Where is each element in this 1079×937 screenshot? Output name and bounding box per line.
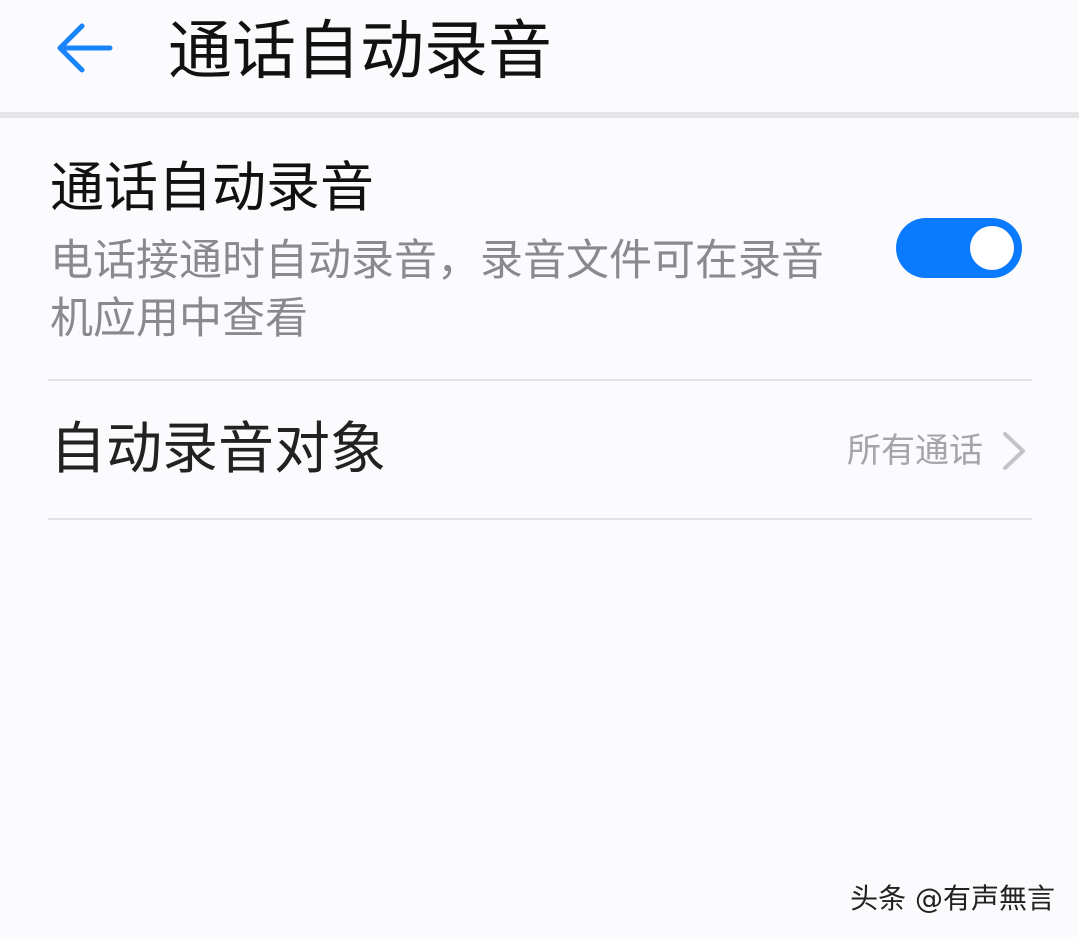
divider [48,518,1032,520]
header-divider [0,112,1079,118]
record-target-label: 自动录音对象 [50,417,386,482]
record-target-setting[interactable]: 自动录音对象 所有通话 [0,381,1079,518]
toggle-knob [970,226,1014,270]
watermark: 头条 @有声無言 [850,882,1055,915]
chevron-right-icon [1003,432,1025,470]
auto-record-description: 电话接通时自动录音，录音文件可在录音机应用中查看 [50,236,824,344]
record-target-value: 所有通话 [847,431,983,471]
arrow-left-icon [57,23,113,73]
auto-record-title: 通话自动录音 [50,156,374,219]
auto-record-setting: 通话自动录音 电话接通时自动录音，录音文件可在录音机应用中查看 [0,140,1079,380]
app-header: 通话自动录音 [0,0,1079,112]
back-button[interactable] [48,16,120,80]
page-title: 通话自动录音 [168,15,552,89]
auto-record-toggle[interactable] [896,218,1022,278]
